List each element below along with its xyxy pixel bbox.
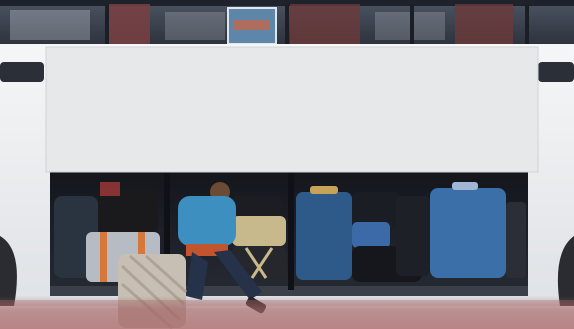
blue-suitcase: [296, 192, 352, 280]
bus-illustration: [0, 0, 574, 329]
bus-photo: [0, 0, 574, 329]
duffel-bag: [352, 192, 400, 222]
blue-suitcase-large: [430, 188, 506, 278]
black-suitcase: [396, 196, 430, 276]
curtain: [108, 4, 150, 46]
blank-billboard: [45, 46, 539, 173]
tan-backpack: [232, 216, 286, 246]
right-mirror-light: [538, 62, 574, 82]
upper-windows: [0, 0, 574, 48]
curtain: [290, 4, 360, 46]
curtain: [455, 4, 513, 46]
duffel-bag: [98, 190, 158, 234]
left-mirror-light: [0, 62, 44, 82]
black-bag: [232, 196, 282, 218]
plaid-bag: [352, 222, 390, 248]
